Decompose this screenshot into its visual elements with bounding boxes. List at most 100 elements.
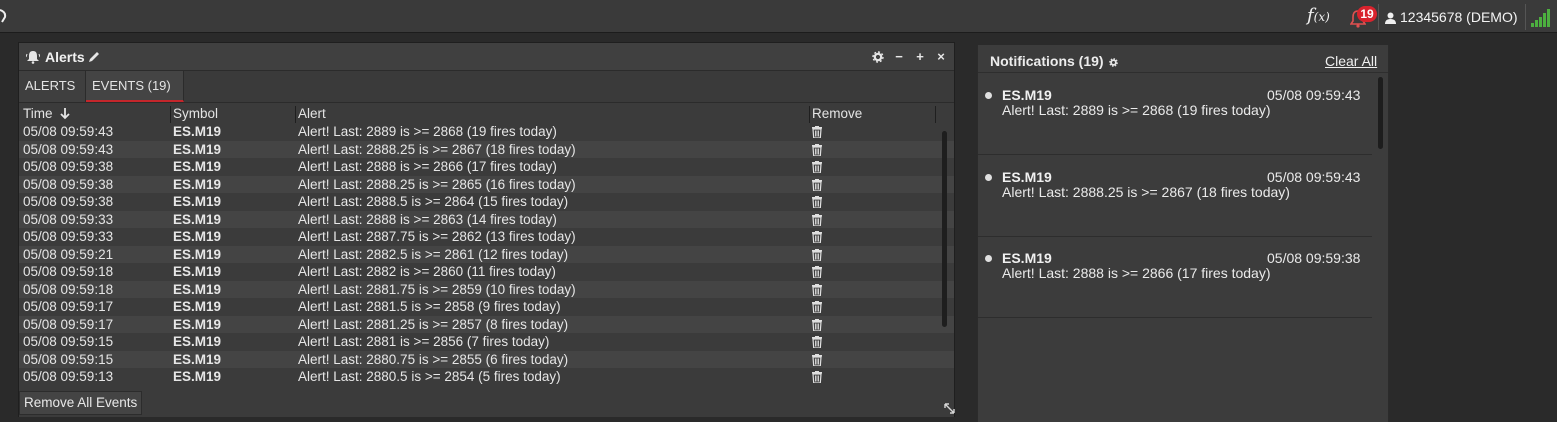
table-row[interactable]: 05/08 09:59:33 ES.M19 Alert! Last: 2887.75… (19, 228, 954, 246)
fx-label: f (1307, 5, 1314, 26)
table-row[interactable]: 05/08 09:59:38 ES.M19 Alert! Last: 2888 is… (19, 158, 954, 176)
unread-dot-icon (985, 173, 992, 181)
column-divider[interactable] (295, 106, 296, 124)
trash-icon[interactable] (812, 353, 822, 369)
notifications-header: Notifications (19) Clear All (978, 45, 1388, 73)
notification-count-badge: 19 (1357, 6, 1377, 22)
trash-icon[interactable] (812, 318, 822, 334)
pencil-icon[interactable] (88, 51, 100, 63)
scrollbar[interactable] (942, 131, 947, 327)
cell-time: 05/08 09:59:15 (23, 334, 114, 349)
column-divider[interactable] (935, 106, 936, 124)
trash-icon[interactable] (812, 231, 822, 246)
alerts-panel: Alerts − + × ALERTS EVENTS (19) Time Sym… (18, 42, 955, 417)
column-header-alert[interactable]: Alert (298, 106, 326, 121)
trash-icon[interactable] (812, 336, 822, 351)
column-header-time[interactable]: Time (23, 106, 70, 121)
tab-alerts[interactable]: ALERTS (19, 71, 86, 102)
account-button[interactable]: 12345678 (DEMO) (1385, 8, 1518, 26)
table-row[interactable]: 05/08 09:59:13 ES.M19 Alert! Last: 2880.5 … (19, 368, 954, 386)
cell-alert: Alert! Last: 2887.75 is >= 2862 (13 fire… (298, 229, 576, 244)
cell-symbol: ES.M19 (173, 281, 222, 297)
table-row[interactable]: 05/08 09:59:15 ES.M19 Alert! Last: 2880.75… (19, 350, 954, 369)
trash-icon[interactable] (812, 178, 822, 194)
cell-symbol: ES.M19 (173, 229, 222, 244)
table-row[interactable]: 05/08 09:59:43 ES.M19 Alert! Last: 2889 is… (19, 123, 954, 141)
notification-symbol: ES.M19 (1002, 168, 1052, 185)
notification-item[interactable]: ES.M19 05/08 09:59:43 Alert! Last: 2889 is… (978, 74, 1372, 155)
trash-icon[interactable] (812, 213, 822, 229)
top-bar: f(x) 19 12345678 (DEMO) (0, 0, 1557, 33)
cell-symbol: ES.M19 (173, 141, 222, 157)
cell-alert: Alert! Last: 2881 is >= 2856 (7 fires to… (298, 334, 550, 349)
trash-icon[interactable] (812, 126, 822, 141)
notification-symbol: ES.M19 (1002, 87, 1052, 103)
trash-icon[interactable] (812, 196, 822, 211)
logo-icon (0, 9, 7, 23)
alerts-tabs: ALERTS EVENTS (19) (19, 71, 954, 103)
cell-time: 05/08 09:59:18 (23, 264, 114, 279)
table-row[interactable]: 05/08 09:59:18 ES.M19 Alert! Last: 2882 is… (19, 263, 954, 281)
trash-icon[interactable] (812, 283, 822, 299)
cell-alert: Alert! Last: 2889 is >= 2868 (19 fires t… (298, 124, 557, 139)
notification-item[interactable]: ES.M19 05/08 09:59:38 Alert! Last: 2888 is… (978, 237, 1372, 318)
scrollbar[interactable] (1378, 77, 1383, 149)
gear-icon[interactable] (872, 50, 884, 64)
clear-all-link[interactable]: Clear All (1325, 53, 1377, 69)
trash-icon[interactable] (812, 371, 822, 386)
column-divider[interactable] (809, 106, 810, 124)
cell-time: 05/08 09:59:33 (23, 229, 114, 244)
cell-symbol: ES.M19 (173, 264, 222, 279)
cell-alert: Alert! Last: 2882 is >= 2860 (11 fires t… (298, 264, 556, 279)
cell-alert: Alert! Last: 2888.5 is >= 2864 (15 fires… (298, 194, 569, 209)
table-row[interactable]: 05/08 09:59:17 ES.M19 Alert! Last: 2881.25… (19, 315, 954, 334)
notifications-bell-button[interactable]: 19 (1346, 4, 1377, 30)
maximize-icon[interactable]: + (914, 50, 926, 64)
gear-icon[interactable] (1109, 58, 1118, 67)
trash-icon[interactable] (812, 143, 822, 159)
trash-icon[interactable] (812, 266, 822, 281)
tab-events[interactable]: EVENTS (19) (86, 71, 184, 102)
table-row[interactable]: 05/08 09:59:33 ES.M19 Alert! Last: 2888 is… (19, 210, 954, 229)
table-row[interactable]: 05/08 09:59:38 ES.M19 Alert! Last: 2888.25… (19, 175, 954, 194)
trash-icon[interactable] (812, 301, 822, 316)
table-row[interactable]: 05/08 09:59:43 ES.M19 Alert! Last: 2888.25… (19, 140, 954, 159)
cell-symbol: ES.M19 (173, 334, 222, 349)
cell-time: 05/08 09:59:43 (23, 141, 114, 157)
cell-symbol: ES.M19 (173, 246, 222, 262)
function-button[interactable]: f(x) (1307, 5, 1337, 29)
cell-time: 05/08 09:59:17 (23, 316, 114, 332)
table-row[interactable]: 05/08 09:59:21 ES.M19 Alert! Last: 2882.5 … (19, 245, 954, 264)
column-divider[interactable] (170, 106, 171, 124)
resize-icon[interactable] (944, 403, 955, 414)
cell-alert: Alert! Last: 2888.25 is >= 2867 (18 fire… (298, 141, 576, 157)
minimize-icon[interactable]: − (893, 50, 905, 64)
table-row[interactable]: 05/08 09:59:17 ES.M19 Alert! Last: 2881.5 … (19, 298, 954, 316)
cell-alert: Alert! Last: 2881.25 is >= 2857 (8 fires… (298, 316, 569, 332)
table-row[interactable]: 05/08 09:59:38 ES.M19 Alert! Last: 2888.5 … (19, 193, 954, 211)
trash-icon[interactable] (812, 161, 822, 176)
cell-time: 05/08 09:59:18 (23, 281, 114, 297)
remove-all-events-button[interactable]: Remove All Events (19, 391, 143, 415)
cell-time: 05/08 09:59:21 (23, 246, 114, 262)
unread-dot-icon (985, 92, 992, 99)
table-row[interactable]: 05/08 09:59:15 ES.M19 Alert! Last: 2881 is… (19, 333, 954, 351)
cell-alert: Alert! Last: 2882.5 is >= 2861 (12 fires… (298, 246, 569, 262)
alerts-panel-header: Alerts − + × (19, 43, 954, 71)
cell-symbol: ES.M19 (173, 316, 222, 332)
column-header-remove[interactable]: Remove (812, 106, 862, 121)
table-row[interactable]: 05/08 09:59:18 ES.M19 Alert! Last: 2881.75… (19, 280, 954, 299)
trash-icon[interactable] (812, 248, 822, 264)
notification-message: Alert! Last: 2888.25 is >= 2867 (18 fire… (1002, 183, 1290, 200)
close-icon[interactable]: × (935, 50, 947, 64)
bell-icon (26, 51, 40, 64)
cell-symbol: ES.M19 (173, 176, 222, 192)
column-header-symbol[interactable]: Symbol (173, 106, 218, 121)
fx-sub-label: (x) (1313, 10, 1330, 24)
unread-dot-icon (985, 255, 992, 262)
cell-symbol: ES.M19 (173, 124, 222, 139)
notification-message: Alert! Last: 2889 is >= 2868 (19 fires t… (1002, 102, 1271, 118)
sort-down-icon (60, 108, 70, 120)
notification-item[interactable]: ES.M19 05/08 09:59:43 Alert! Last: 2888.25… (978, 156, 1372, 237)
notification-time: 05/08 09:59:43 (1267, 87, 1361, 103)
